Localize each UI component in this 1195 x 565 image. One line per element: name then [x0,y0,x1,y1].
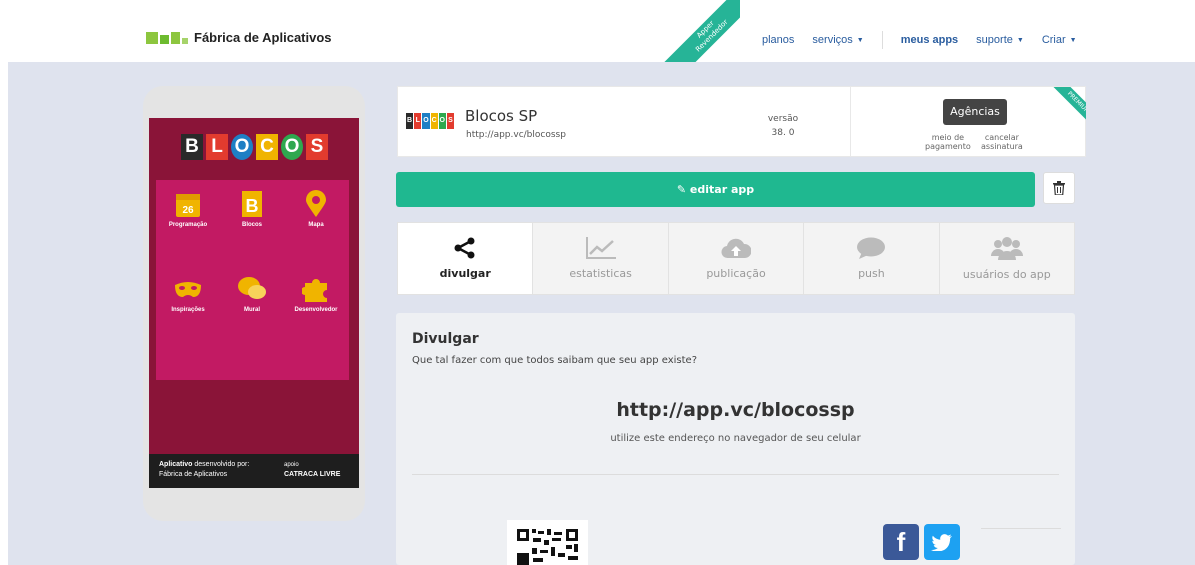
tab-label: estatisticas [569,267,632,280]
cloud-upload-icon [721,238,752,259]
qr-code [507,520,588,565]
tile-label: Inspirações [171,307,205,313]
version-label: versão [767,114,799,124]
app-name: Blocos SP [465,107,538,125]
puzzle-icon [302,279,327,302]
twitter-share-button[interactable] [924,524,960,560]
svg-text:B: B [246,196,259,216]
tile-mapa[interactable]: Mapa [284,190,348,228]
line-chart-icon [585,237,616,259]
logo-blocks-icon [146,31,188,44]
tile-label: Programação [168,222,208,228]
app-url[interactable]: http://app.vc/blocossp [466,130,566,140]
twitter-bird-icon [931,534,952,551]
nav-suporte[interactable]: suporte ▼ [976,34,1024,46]
nav-planos[interactable]: planos [762,34,794,46]
top-header: Fábrica de Aplicativos Apper Revendedor … [0,0,1195,62]
logo-text: Fábrica de Aplicativos [194,30,332,45]
panel-hint: utilize este endereço no navegador de se… [610,433,861,444]
tile-blocos[interactable]: B Blocos [220,190,284,228]
svg-text:26: 26 [182,205,194,216]
app-tabs: divulgar estatisticas publicação push us… [397,222,1075,295]
tab-label: divulgar [439,267,491,280]
edit-app-label: editar app [689,183,755,196]
footer-developer: Aplicativo desenvolvido por: Fábrica de … [159,461,250,478]
footer-sponsor: apoio CATRACA LIVRE [284,462,341,478]
nav-divider [881,31,883,49]
tile-label: Blocos [241,222,262,228]
map-pin-icon [306,190,326,217]
title-letter: O [281,134,303,160]
tile-mural[interactable]: Mural [220,275,284,313]
site-logo[interactable]: Fábrica de Aplicativos [146,30,332,45]
caret-down-icon: ▼ [1016,36,1024,44]
app-info-bar: B L O C O S Blocos SP http://app.vc/bloc… [397,86,1086,157]
menu-grid: 26 Programação B Blocos Mapa Inspirações… [156,180,349,380]
tile-label: Mural [243,307,260,313]
edit-app-button[interactable]: ✎ editar app [396,172,1035,207]
calendar-icon: 26 [176,194,200,217]
premium-ribbon: PREMIUM [1042,87,1086,131]
title-letter: O [231,134,253,160]
tile-programacao[interactable]: 26 Programação [156,190,220,228]
nav-criar[interactable]: Criar ▼ [1042,34,1077,46]
nav-servicos[interactable]: serviços ▼ [812,34,863,46]
chat-bubbles-icon [238,277,266,299]
tab-estatisticas[interactable]: estatisticas [533,223,669,294]
delete-app-button[interactable] [1043,172,1075,204]
plan-box: Agências meio de pagamento cancelar assina… [850,87,1086,156]
premium-label: PREMIUM [1051,87,1086,130]
plan-agencias-button[interactable]: Agências [943,99,1007,125]
app-version: versão 38. 0 [763,112,803,140]
qr-code-icon [507,520,588,565]
footer-brand: Fábrica de Aplicativos [159,471,228,478]
app-preview-screen: B L O C O S 26 Programação B Blocos Mapa… [149,118,359,488]
b-logo-icon: B [242,191,262,217]
tab-publicacao[interactable]: publicação [669,223,805,294]
social-divider [981,528,1061,529]
title-letter: L [206,134,228,160]
app-share-url[interactable]: http://app.vc/blocossp [396,399,1075,421]
app-title-letters: B L O C O S [181,134,328,160]
speech-bubble-icon [857,237,886,259]
facebook-share-button[interactable]: f [883,524,919,560]
panel-divider [412,474,1059,475]
caret-down-icon: ▼ [1069,36,1077,44]
title-letter: C [256,134,278,160]
title-letter: S [306,134,328,160]
tab-label: usuários do app [962,268,1051,281]
main-nav: planos serviços ▼ meus apps suporte ▼ Cria… [762,31,1095,49]
tab-usuarios[interactable]: usuários do app [940,223,1074,294]
trash-icon [1053,181,1065,195]
reseller-ribbon: Apper Revendedor [660,0,740,62]
users-icon [990,237,1023,260]
tab-label: push [858,267,885,280]
tile-label: Mapa [308,222,324,228]
share-icon [454,237,475,259]
app-preview-footer: Aplicativo desenvolvido por: Fábrica de … [149,454,359,488]
tile-inspiracoes[interactable]: Inspirações [156,275,220,313]
tab-label: publicação [706,267,766,280]
divulgar-panel: Divulgar Que tal fazer com que todos sai… [396,313,1075,565]
mask-icon [175,282,201,297]
tab-divulgar[interactable]: divulgar [398,223,534,294]
payment-method-link[interactable]: meio de pagamento [925,133,971,151]
cancel-subscription-link[interactable]: cancelar assinatura [981,133,1023,151]
tab-push[interactable]: push [804,223,940,294]
pencil-icon: ✎ [676,183,687,196]
facebook-icon: f [896,526,906,557]
tile-desenvolvedor[interactable]: Desenvolvedor [284,275,348,313]
share-social: f [883,524,960,560]
panel-subtitle: Que tal fazer com que todos saibam que s… [412,355,698,366]
title-letter: B [181,134,203,160]
panel-title: Divulgar [412,331,479,347]
caret-down-icon: ▼ [856,36,864,44]
app-logo: B L O C O S [406,113,455,129]
nav-meus-apps[interactable]: meus apps [901,34,958,46]
version-value: 38. 0 [771,128,795,138]
tile-label: Desenvolvedor [294,307,338,313]
